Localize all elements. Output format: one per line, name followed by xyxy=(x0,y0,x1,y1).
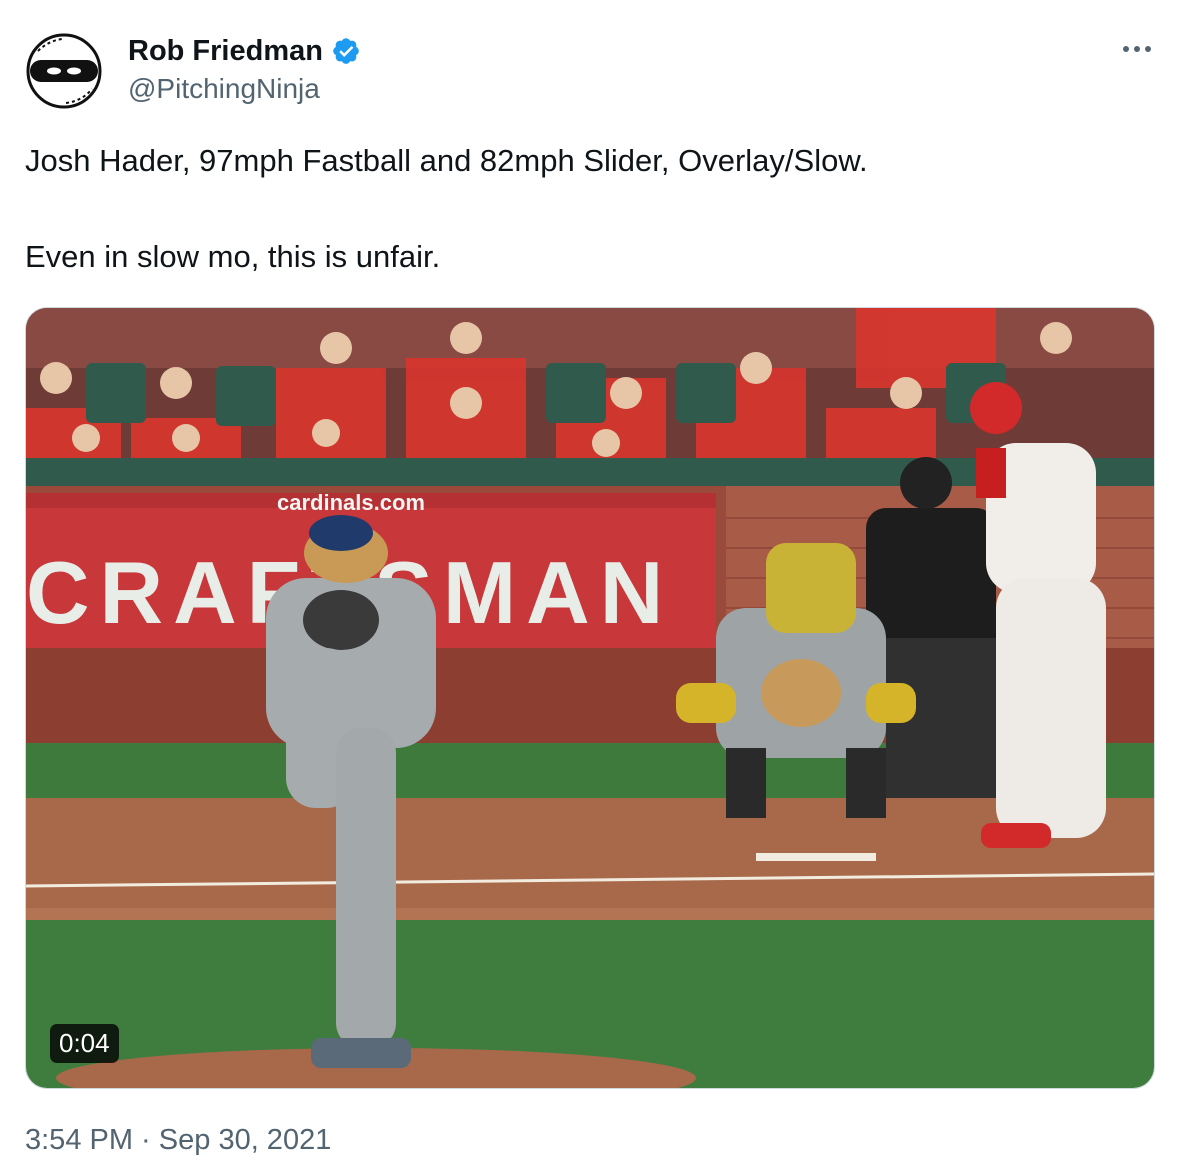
tweet-date[interactable]: Sep 30, 2021 xyxy=(159,1124,332,1156)
video-player[interactable]: cardinals.com CRAFTSMAN xyxy=(25,307,1155,1089)
author-handle[interactable]: @PitchingNinja xyxy=(128,73,320,105)
tweet-timestamp: 3:54 PM · Sep 30, 2021 xyxy=(25,1124,331,1157)
tweet-text-line: Even in slow mo, this is unfair. xyxy=(25,239,441,274)
more-horizontal-icon[interactable] xyxy=(1118,34,1158,64)
baseball-ninja-avatar-icon xyxy=(26,33,102,109)
timestamp-separator: · xyxy=(133,1124,159,1156)
video-duration-badge: 0:04 xyxy=(50,1024,119,1063)
video-frame: cardinals.com CRAFTSMAN xyxy=(26,308,1154,1088)
author-avatar[interactable] xyxy=(26,33,102,109)
wall-url-text: cardinals.com xyxy=(277,490,425,515)
author-name-row: Rob Friedman xyxy=(128,31,361,71)
author-display-name[interactable]: Rob Friedman xyxy=(128,35,323,68)
tweet-time[interactable]: 3:54 PM xyxy=(25,1124,133,1156)
tweet-text-line: Josh Hader, 97mph Fastball and 82mph Sli… xyxy=(25,143,868,178)
verified-badge-icon[interactable] xyxy=(331,36,361,66)
